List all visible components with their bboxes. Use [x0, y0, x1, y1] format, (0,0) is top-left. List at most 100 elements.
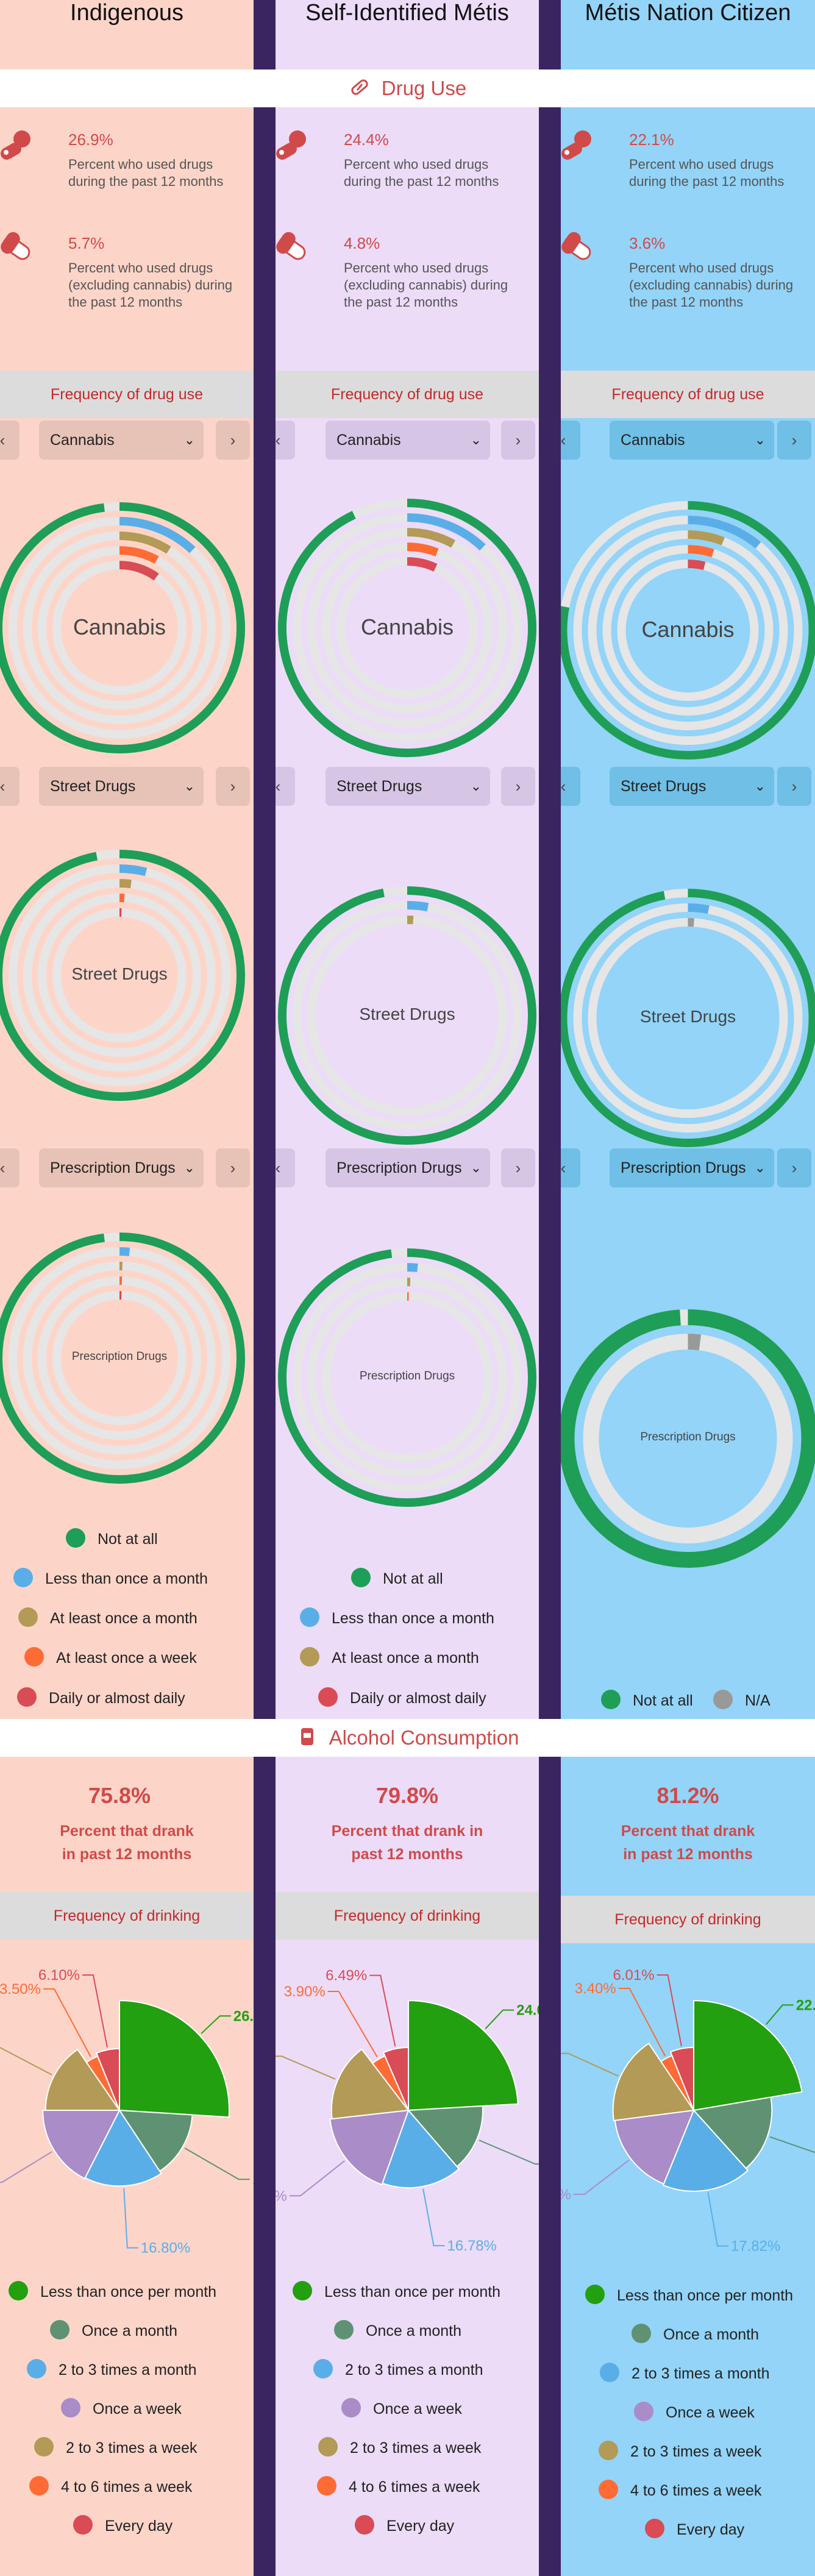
legend-label: Not at all: [98, 1531, 158, 1548]
alcohol-legend-item[interactable]: 2 to 3 times a week: [318, 2436, 481, 2460]
legend-item[interactable]: At least once a month: [18, 1606, 198, 1631]
legend-swatch: [313, 2359, 333, 2379]
next-drug-button[interactable]: ›: [501, 767, 535, 806]
alcohol-legend-item[interactable]: Once a month: [50, 2319, 177, 2343]
pie-data-label: 16.82%: [561, 2186, 571, 2203]
alcohol-legend-item[interactable]: 4 to 6 times a week: [599, 2478, 761, 2503]
radial-bar-1[interactable]: [119, 1247, 130, 1256]
stat-description: Percent who used drugs (excluding cannab…: [629, 260, 794, 310]
frequency-of-drinking-header: Frequency of drinking: [0, 1892, 254, 1940]
legend-swatch: [585, 2285, 605, 2305]
chevron-down-icon: ⌄: [470, 1160, 482, 1175]
legend-item[interactable]: N/A: [713, 1688, 771, 1713]
next-drug-button[interactable]: ›: [216, 421, 250, 460]
alcohol-percent: 81.2%: [657, 1783, 719, 1808]
next-drug-button[interactable]: ›: [501, 421, 535, 460]
alcohol-legend-item[interactable]: Once a month: [632, 2322, 759, 2347]
radial-bar-3[interactable]: [407, 543, 439, 557]
next-drug-button[interactable]: ›: [216, 1148, 250, 1187]
chevron-down-icon: ⌄: [754, 432, 766, 447]
legend-item[interactable]: Not at all: [601, 1688, 693, 1713]
radial-bar-2[interactable]: [688, 530, 725, 546]
alcohol-legend-item[interactable]: 2 to 3 times a week: [599, 2439, 761, 2464]
legend-item[interactable]: At least once a month: [300, 1646, 479, 1670]
radial-center-label: Cannabis: [73, 614, 166, 639]
legend-label: N/A: [745, 1692, 771, 1709]
pie-slice-0[interactable]: [408, 1999, 519, 2112]
next-drug-button[interactable]: ›: [777, 421, 811, 460]
legend-item[interactable]: Less than once a month: [300, 1606, 494, 1631]
alcohol-legend-item[interactable]: Less than once per month: [293, 2280, 500, 2304]
radial-bar-4[interactable]: [688, 560, 706, 571]
prev-drug-button[interactable]: ‹: [276, 767, 295, 806]
prev-drug-button[interactable]: ‹: [561, 1148, 580, 1187]
legend-swatch: [13, 1568, 33, 1588]
radial-bar-1[interactable]: [688, 903, 710, 914]
prev-drug-button[interactable]: ‹: [276, 1148, 295, 1187]
radial-bar-2[interactable]: [407, 528, 456, 548]
drug-selector-row: ‹ Street Drugs ⌄ ›: [0, 767, 254, 806]
alcohol-legend-item[interactable]: 2 to 3 times a month: [313, 2358, 483, 2382]
alcohol-legend-item[interactable]: Once a week: [634, 2400, 755, 2425]
stat-percent: 5.7%: [68, 234, 105, 252]
prev-drug-button[interactable]: ‹: [0, 767, 20, 806]
pie-slice-0[interactable]: [119, 1999, 230, 2118]
legend-label: Not at all: [633, 1692, 693, 1709]
alcohol-legend-item[interactable]: Less than once per month: [585, 2283, 793, 2308]
next-drug-button[interactable]: ›: [777, 1148, 811, 1187]
radial-bar-1[interactable]: [119, 864, 148, 877]
radial-bar-1[interactable]: [407, 1263, 418, 1272]
legend-item[interactable]: Less than once a month: [13, 1567, 208, 1591]
prev-drug-button[interactable]: ‹: [276, 421, 295, 460]
prev-drug-button[interactable]: ‹: [561, 421, 580, 460]
legend-item[interactable]: Daily or almost daily: [17, 1686, 185, 1710]
radial-bar-4[interactable]: [119, 561, 159, 581]
prev-drug-button[interactable]: ‹: [0, 1148, 20, 1187]
drug-select[interactable]: Cannabis ⌄: [610, 421, 774, 460]
legend-label: Daily or almost daily: [49, 1690, 185, 1707]
radial-bar-3[interactable]: [688, 545, 714, 558]
drug-select[interactable]: Prescription Drugs ⌄: [326, 1148, 490, 1187]
radial-bar-4[interactable]: [407, 557, 438, 572]
prev-drug-button[interactable]: ‹: [0, 421, 20, 460]
alcohol-legend-item[interactable]: Once a week: [61, 2397, 182, 2421]
pie-leader-line: [618, 1987, 666, 2057]
legend-item[interactable]: Daily or almost daily: [318, 1686, 486, 1710]
next-drug-button[interactable]: ›: [216, 767, 250, 806]
next-drug-button[interactable]: ›: [777, 767, 811, 806]
pie-slice-0[interactable]: [693, 1999, 803, 2112]
radial-bar-1[interactable]: [407, 901, 429, 912]
alcohol-legend-item[interactable]: Every day: [645, 2517, 744, 2542]
alcohol-legend-item[interactable]: 4 to 6 times a week: [317, 2475, 480, 2499]
alcohol-legend-item[interactable]: Once a month: [334, 2319, 461, 2343]
alcohol-legend-item[interactable]: 2 to 3 times a month: [600, 2361, 770, 2386]
drug-select[interactable]: Street Drugs ⌄: [326, 767, 490, 806]
drug-select[interactable]: Prescription Drugs ⌄: [39, 1148, 204, 1187]
chevron-down-icon: ⌄: [183, 432, 195, 447]
alcohol-legend-item[interactable]: 2 to 3 times a month: [27, 2358, 197, 2382]
drug-select[interactable]: Prescription Drugs ⌄: [610, 1148, 774, 1187]
drug-select[interactable]: Street Drugs ⌄: [610, 767, 774, 806]
drug-selector-row: ‹ Cannabis ⌄ ›: [561, 421, 815, 460]
legend-swatch: [17, 1687, 37, 1707]
legend-item[interactable]: Not at all: [66, 1527, 158, 1551]
prev-drug-button[interactable]: ‹: [561, 767, 580, 806]
drug-select-value: Cannabis: [336, 432, 401, 449]
alcohol-legend-item[interactable]: Every day: [73, 2514, 173, 2538]
alcohol-legend-item[interactable]: Less than once per month: [9, 2280, 216, 2304]
next-drug-button[interactable]: ›: [501, 1148, 535, 1187]
drug-select[interactable]: Cannabis ⌄: [39, 421, 204, 460]
radial-bar-2[interactable]: [119, 879, 132, 889]
alcohol-legend-item[interactable]: 2 to 3 times a week: [34, 2436, 197, 2460]
alcohol-legend-item[interactable]: 4 to 6 times a week: [29, 2475, 192, 2499]
alcohol-section-title: Alcohol Consumption: [329, 1726, 519, 1749]
legend-label: Once a month: [366, 2322, 462, 2339]
drug-select[interactable]: Cannabis ⌄: [326, 421, 490, 460]
drug-select[interactable]: Street Drugs ⌄: [39, 767, 204, 806]
alcohol-legend-item[interactable]: Every day: [355, 2514, 454, 2538]
alcohol-legend-item[interactable]: Once a week: [341, 2397, 462, 2421]
legend-swatch: [293, 2281, 312, 2301]
radial-bar-3[interactable]: [119, 546, 159, 564]
legend-item[interactable]: Not at all: [351, 1567, 443, 1591]
legend-item[interactable]: At least once a week: [24, 1646, 197, 1670]
